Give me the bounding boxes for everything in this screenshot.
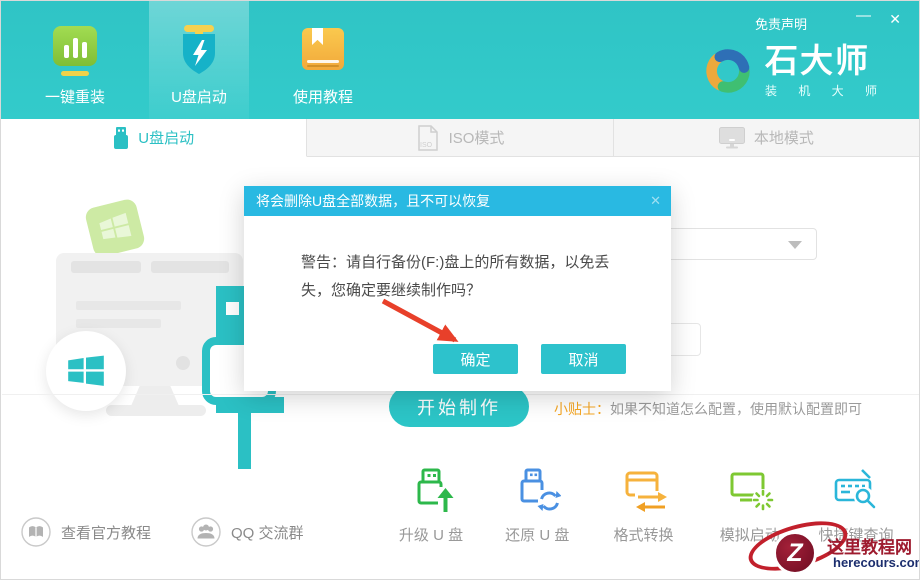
tip-text: 小贴士：如果不知道怎么配置，使用默认配置即可: [554, 399, 862, 419]
brand-swirl-icon: [701, 44, 755, 98]
brand-subtitle: 装 机 大 师: [765, 82, 886, 99]
svg-text:ISO: ISO: [420, 142, 433, 149]
brand-logo: 石大师 装 机 大 师: [701, 43, 886, 99]
minimize-button[interactable]: —: [856, 7, 871, 24]
watermark: Z 这里教程网 herecours.com: [753, 517, 919, 577]
brand-name: 石大师: [765, 43, 886, 79]
dialog-buttons: 确定 取消: [433, 344, 626, 374]
cancel-button[interactable]: 取消: [541, 344, 626, 374]
mode-tab-local[interactable]: 本地模式: [614, 119, 919, 157]
windows-logo-circle: [46, 331, 126, 411]
mode-tab-iso[interactable]: ISO ISO模式: [307, 119, 613, 157]
header: 一键重装 U盘启动 使用教程 免责声: [1, 1, 919, 119]
watermark-logo: Z: [773, 531, 817, 575]
chevron-down-icon: [788, 241, 802, 249]
warning-dialog: 将会删除U盘全部数据，且不可以恢复 ✕ 警告：请自行备份(F:)盘上的所有数据，…: [244, 186, 671, 391]
windows-green-badge: [84, 197, 147, 258]
monitor-stand: [131, 386, 179, 406]
nav-tab-label: 使用教程: [293, 86, 353, 107]
dialog-titlebar: 将会删除U盘全部数据，且不可以恢复 ✕: [244, 186, 671, 216]
mode-tabs: U盘启动 ISO ISO模式 本地模式: [1, 119, 919, 157]
dialog-message: 警告：请自行备份(F:)盘上的所有数据，以免丢失，您确定要继续制作吗？: [301, 249, 633, 305]
mode-tab-usb[interactable]: U盘启动: [1, 119, 307, 157]
mode-tab-label: ISO模式: [449, 127, 505, 148]
tool-label: 格式转换: [613, 524, 673, 545]
hotkey-query-icon: [832, 467, 880, 515]
tool-format-convert[interactable]: 格式转换: [594, 467, 694, 545]
tutorial-book-icon: [299, 22, 347, 78]
app-window: 一键重装 U盘启动 使用教程 免责声: [0, 0, 920, 580]
nav-tab-label: 一键重装: [45, 86, 105, 107]
usb-stick-icon: [113, 126, 129, 150]
nav-tab-usb-boot[interactable]: U盘启动: [149, 1, 249, 119]
official-tutorial-link[interactable]: 查看官方教程: [21, 517, 151, 547]
nav-tab-tutorial[interactable]: 使用教程: [273, 1, 373, 119]
main-nav: 一键重装 U盘启动 使用教程: [25, 1, 397, 119]
iso-file-icon: ISO: [416, 125, 440, 151]
tool-label: 还原 U 盘: [505, 524, 569, 545]
tip-label: 小贴士：: [554, 401, 610, 417]
monitor-base: [106, 405, 206, 416]
disclaimer-link[interactable]: 免责声明: [755, 14, 807, 33]
reinstall-chart-icon: [51, 22, 99, 78]
footer-link-label: 查看官方教程: [61, 522, 151, 543]
footer-link-label: QQ 交流群: [231, 522, 304, 543]
qq-group-link[interactable]: QQ 交流群: [191, 517, 304, 547]
book-circle-icon: [21, 517, 51, 547]
start-make-button[interactable]: 开始制作: [389, 386, 529, 427]
mode-tab-label: U盘启动: [138, 127, 194, 148]
dialog-title: 将会删除U盘全部数据，且不可以恢复: [256, 193, 490, 209]
people-circle-icon: [191, 517, 221, 547]
mode-tab-label: 本地模式: [754, 127, 814, 148]
tool-upgrade-usb[interactable]: 升级 U 盘: [381, 467, 481, 545]
dialog-close-icon[interactable]: ✕: [650, 186, 661, 216]
watermark-url: herecours.com: [833, 555, 920, 570]
tool-restore-usb[interactable]: 还原 U 盘: [487, 467, 587, 545]
nav-tab-reinstall[interactable]: 一键重装: [25, 1, 125, 119]
upgrade-usb-icon: [407, 467, 455, 515]
windows-flag-icon: [67, 353, 105, 389]
restore-usb-icon: [513, 467, 561, 515]
monitor-icon: [719, 127, 745, 149]
confirm-button[interactable]: 确定: [433, 344, 518, 374]
usb-boot-shield-icon: [175, 22, 223, 78]
simulate-boot-icon: [726, 467, 774, 515]
close-button[interactable]: ✕: [889, 11, 901, 28]
format-convert-icon: [620, 467, 668, 515]
nav-tab-label: U盘启动: [171, 86, 227, 107]
tool-label: 升级 U 盘: [399, 524, 463, 545]
